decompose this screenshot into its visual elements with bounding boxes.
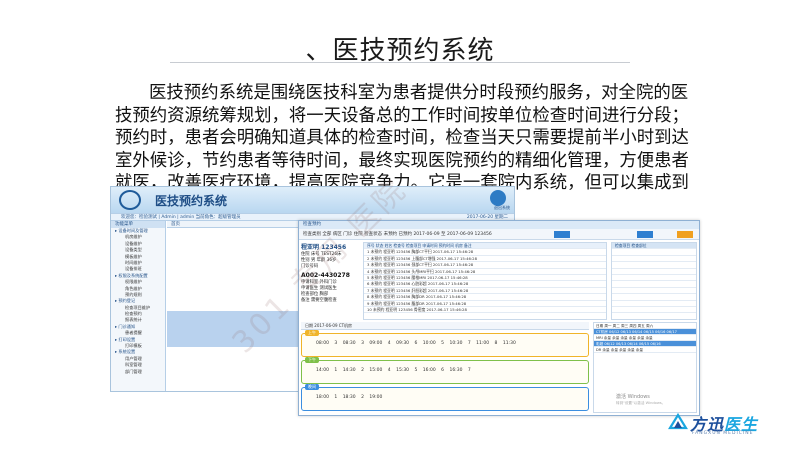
schedule-slots: 上午 08:00 3 08:30 3 09:00 4 09:30 6 10:00 … (301, 330, 589, 411)
sidebar-header: 功能菜单 (111, 221, 165, 228)
status-user: 欢迎您：检验测试 | Admin | admin 当前角色：超级管理员 (121, 215, 241, 220)
sidebar-menu: 功能菜单 ▸ 设备时间及管理 机房维护 设备维护 设备类型 模板维护 时间维护 设备排班 ▸ … (111, 221, 166, 391)
weekly-grid: 日期 周一 周二 周三 周四 周五 周六 CT机房 06/12 06/13 06/… (594, 323, 696, 359)
slot-tag: 晚间 (305, 384, 319, 390)
brand-subtitle: FANGXUN MEDICINE (692, 431, 754, 436)
time-slot-group[interactable]: 晚间 18:00 1 18:30 2 19:00 (301, 384, 589, 411)
activation-notice-sub: 转到"设置"以激活 Windows。 (616, 401, 666, 405)
search-button[interactable] (554, 231, 570, 238)
sidebar-menu-list: ▸ 设备时间及管理 机房维护 设备维护 设备类型 模板维护 时间维护 设备排班 ▸ 权限及系统… (111, 228, 165, 375)
item-table-body (612, 249, 696, 314)
print-button[interactable] (677, 231, 693, 238)
title-underline (170, 62, 630, 63)
slide-title-area: 、医技预约系统 (160, 26, 640, 72)
time-slot-group[interactable]: 下午 14:00 1 14:30 2 15:00 4 15:30 5 16:00 … (301, 357, 589, 384)
time-slot-group[interactable]: 上午 08:00 3 08:30 3 09:00 4 09:30 6 10:00 … (301, 330, 589, 357)
exam-table: 序号 状态 姓名 检查号 检查项目 申请时间 预约时间 机房 备注 1 未预约 … (363, 242, 607, 320)
slot-times[interactable]: 18:00 1 18:30 2 19:00 (316, 395, 382, 400)
exam-table-body: 1 未预约 程亚明 123456 胸部CT平扫 2017-06-17 15:46… (364, 249, 606, 314)
slot-times[interactable]: 08:00 3 08:30 3 09:00 4 09:30 6 10:00 5 … (316, 341, 516, 346)
app-header: 医技预约系统 退出系统 (111, 187, 514, 213)
schedule-bar: 日期 2017-06-09 CT机房 (301, 322, 589, 330)
slot-tag: 下午 (305, 357, 319, 363)
slot-tag: 上午 (305, 330, 319, 336)
exit-icon[interactable] (490, 190, 506, 206)
brand-mark-icon (668, 412, 688, 430)
exit-label[interactable]: 退出系统 (494, 205, 510, 211)
schedule-panel: 日期 2017-06-09 CT机房 上午 08:00 3 08:30 3 09:… (301, 322, 589, 413)
brand-logo: 方迅医生 FANGXUN MEDICINE (668, 410, 796, 442)
app-logo-icon (119, 190, 141, 210)
item-table: 检查项目 检查部位 (611, 242, 697, 320)
app-title: 医技预约系统 (155, 194, 228, 208)
grid-row[interactable]: DR 余量 余量 余量 余量 余量 (594, 347, 696, 353)
sidebar-item[interactable]: 部门管理 (111, 369, 165, 375)
weekly-grid-panel: 日期 周一 周二 周三 周四 周五 周六 CT机房 06/12 06/13 06/… (593, 322, 697, 413)
activation-notice: 激活 Windows (616, 394, 650, 400)
table-row[interactable] (612, 307, 696, 314)
table-row[interactable]: 10 未预约 程亚明 123456 骨密度 2017-06-17 15:46:2… (364, 307, 606, 314)
slot-times[interactable]: 14:00 1 14:30 2 15:00 4 15:30 5 16:00 6 … (316, 368, 471, 373)
booking-button[interactable] (637, 231, 653, 238)
